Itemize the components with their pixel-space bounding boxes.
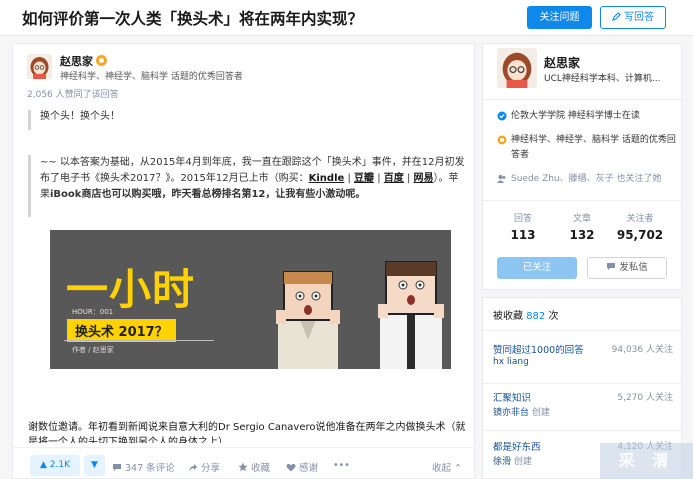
collect-label: 收藏 xyxy=(251,463,271,474)
favorites-title-suffix: 次 xyxy=(545,311,559,322)
thanks-label: 感谢 xyxy=(299,463,319,474)
collapse-button[interactable]: 收起 ⌃ xyxy=(432,460,462,474)
share-button[interactable]: 分享 xyxy=(188,460,220,474)
banner-figures-illustration xyxy=(276,261,444,369)
author-name-text: 赵思家 xyxy=(60,55,93,68)
send-message-button[interactable]: 发私信 xyxy=(587,257,667,279)
pencil-icon xyxy=(612,12,621,21)
banner-divider xyxy=(64,340,214,341)
author-avatar-illustration xyxy=(497,48,537,88)
favorite-collection-link[interactable]: 赞同超过1000的回答 xyxy=(493,342,584,356)
wangyi-link[interactable]: 网易 xyxy=(414,173,434,184)
quote-block: 换个头！换个头！ xyxy=(28,110,458,130)
followed-by-row[interactable]: Suede Zhu、滕缙、灰子 也关注了她 xyxy=(497,172,683,187)
stat-followers-value[interactable]: 95,702 xyxy=(610,228,670,242)
sidebar-author-name[interactable]: 赵思家 xyxy=(544,54,580,71)
separator: | xyxy=(374,173,384,184)
excellence-badge-icon xyxy=(497,135,507,145)
separator: | xyxy=(344,173,355,184)
avatar[interactable] xyxy=(497,48,537,88)
more-icon[interactable]: ••• xyxy=(333,460,350,471)
favorite-owner: hx liang xyxy=(493,357,529,367)
excellence-badge-icon xyxy=(96,55,107,66)
write-answer-button[interactable]: 写回答 xyxy=(600,6,666,29)
author-name[interactable]: 赵思家 xyxy=(60,53,107,69)
question-title: 如何评价第一次人类「换头术」将在两年内实现？ xyxy=(22,10,364,28)
people-icon xyxy=(497,175,506,183)
sidebar-author-bio: UCL神经科学本科、计算机... xyxy=(544,74,661,84)
verified-text: 伦敦大学学院 神经科学博士在读 xyxy=(511,111,640,121)
downvote-button[interactable]: ▼ xyxy=(84,455,105,476)
comments-button[interactable]: 347 条评论 xyxy=(112,460,175,474)
verified-icon xyxy=(497,111,507,121)
answer-card: 赵思家 神经科学、神经学、脑科学 话题的优秀回答者 2,056 人赞同了该回答 … xyxy=(12,43,475,479)
author-card: 赵思家 UCL神经科学本科、计算机... 伦敦大学学院 神经科学博士在读 神经科… xyxy=(482,43,683,290)
verified-row: 伦敦大学学院 神经科学博士在读 xyxy=(497,109,683,124)
favorite-action: 创建 xyxy=(511,457,532,467)
follow-question-button[interactable]: 关注问题 xyxy=(527,6,592,29)
divider xyxy=(483,200,683,201)
favorite-owner-link[interactable]: 徐滑 xyxy=(493,457,511,467)
stat-articles-value[interactable]: 132 xyxy=(552,228,612,242)
send-message-label: 发私信 xyxy=(619,262,648,273)
favorite-collection-link[interactable]: 都是好东西 xyxy=(493,439,541,453)
favorites-title: 被收藏 882 次 xyxy=(493,307,558,322)
author-avatar-illustration xyxy=(27,54,52,79)
favorites-title-prefix: 被收藏 xyxy=(493,311,527,322)
watermark-logo: 采 渭 xyxy=(600,443,693,479)
heart-icon xyxy=(286,463,296,472)
quote-text: 换个头！换个头！ xyxy=(40,111,120,122)
divider xyxy=(483,430,683,431)
excellence-text: 神经科学、神经学、脑科学 话题的优秀回答者 xyxy=(511,135,676,160)
divider xyxy=(483,383,683,384)
baidu-link[interactable]: 百度 xyxy=(384,173,404,184)
favorite-owner: 徐滑 创建 xyxy=(493,454,532,467)
share-label: 分享 xyxy=(201,463,221,474)
list-item: 汇聚知识 5,270 人关注 镜亦非台 创建 xyxy=(493,390,673,420)
douban-link[interactable]: 豆瓣 xyxy=(354,173,374,184)
kindle-link[interactable]: Kindle xyxy=(309,173,345,184)
favorite-owner-link[interactable]: 镜亦非台 xyxy=(493,408,529,418)
followed-button[interactable]: 已关注 xyxy=(497,257,577,279)
excellence-row: 神经科学、神经学、脑科学 话题的优秀回答者 xyxy=(497,133,683,163)
author-bio: 神经科学、神经学、脑科学 话题的优秀回答者 xyxy=(60,72,243,82)
answer-action-bar: ▲ 2.1K ▼ 347 条评论 分享 收藏 感谢 ••• 收起 ⌃ xyxy=(13,447,474,478)
divider xyxy=(483,330,683,331)
banner-author: 作者 / 赵思家 xyxy=(72,346,114,354)
comment-icon xyxy=(113,464,121,471)
favorite-collection-link[interactable]: 汇聚知识 xyxy=(493,390,531,404)
intro-text-c: iBook商店也可以购买哦，昨天看总榜排名第12，让我有些小激动呢。 xyxy=(50,189,366,200)
intro-quote-block: ~~ 以本答案为基础，从2015年4月到年底，我一直在跟踪这个「换头术」事件，并… xyxy=(28,155,468,217)
stat-articles-label[interactable]: 文章 xyxy=(552,211,612,224)
followed-by-text: Suede Zhu、滕缙、灰子 也关注了她 xyxy=(511,174,662,184)
message-icon xyxy=(607,263,616,270)
share-icon xyxy=(189,464,197,471)
list-item: 赞同超过1000的回答 94,036 人关注 hx liang xyxy=(493,342,673,372)
book-banner-image[interactable]: 一小时 HOUR：001 换头术 2017？ 作者 / 赵思家 xyxy=(50,230,451,369)
stat-followers-label[interactable]: 关注者 xyxy=(610,211,670,224)
divider xyxy=(483,99,683,100)
favorite-followers: 94,036 人关注 xyxy=(611,345,673,355)
star-icon xyxy=(238,462,248,472)
banner-tag: 换头术 2017？ xyxy=(67,319,176,342)
stat-answers-label[interactable]: 回答 xyxy=(493,211,553,224)
favorites-count: 882 xyxy=(526,311,546,322)
vote-count-text[interactable]: 2,056 人赞同了该回答 xyxy=(27,87,119,100)
collect-button[interactable]: 收藏 xyxy=(238,460,270,474)
favorite-owner-link[interactable]: hx liang xyxy=(493,357,529,367)
answer-body-text: 谢数位邀请。年初看到新闻说来自意大利的Dr Sergio Canavero说他准… xyxy=(28,422,466,443)
thanks-button[interactable]: 感谢 xyxy=(286,460,318,474)
stat-answers-value[interactable]: 113 xyxy=(493,228,553,242)
favorite-action: 创建 xyxy=(529,408,550,418)
avatar[interactable] xyxy=(27,54,52,79)
favorite-followers: 5,270 人关注 xyxy=(617,393,673,403)
upvote-button[interactable]: ▲ 2.1K xyxy=(30,455,80,476)
question-header: 如何评价第一次人类「换头术」将在两年内实现？ 关注问题 写回答 xyxy=(0,0,693,36)
separator: | xyxy=(403,173,414,184)
banner-hour: HOUR：001 xyxy=(72,308,114,316)
comments-label: 347 条评论 xyxy=(125,463,175,474)
write-answer-label: 写回答 xyxy=(624,12,654,23)
favorite-owner: 镜亦非台 创建 xyxy=(493,405,550,418)
